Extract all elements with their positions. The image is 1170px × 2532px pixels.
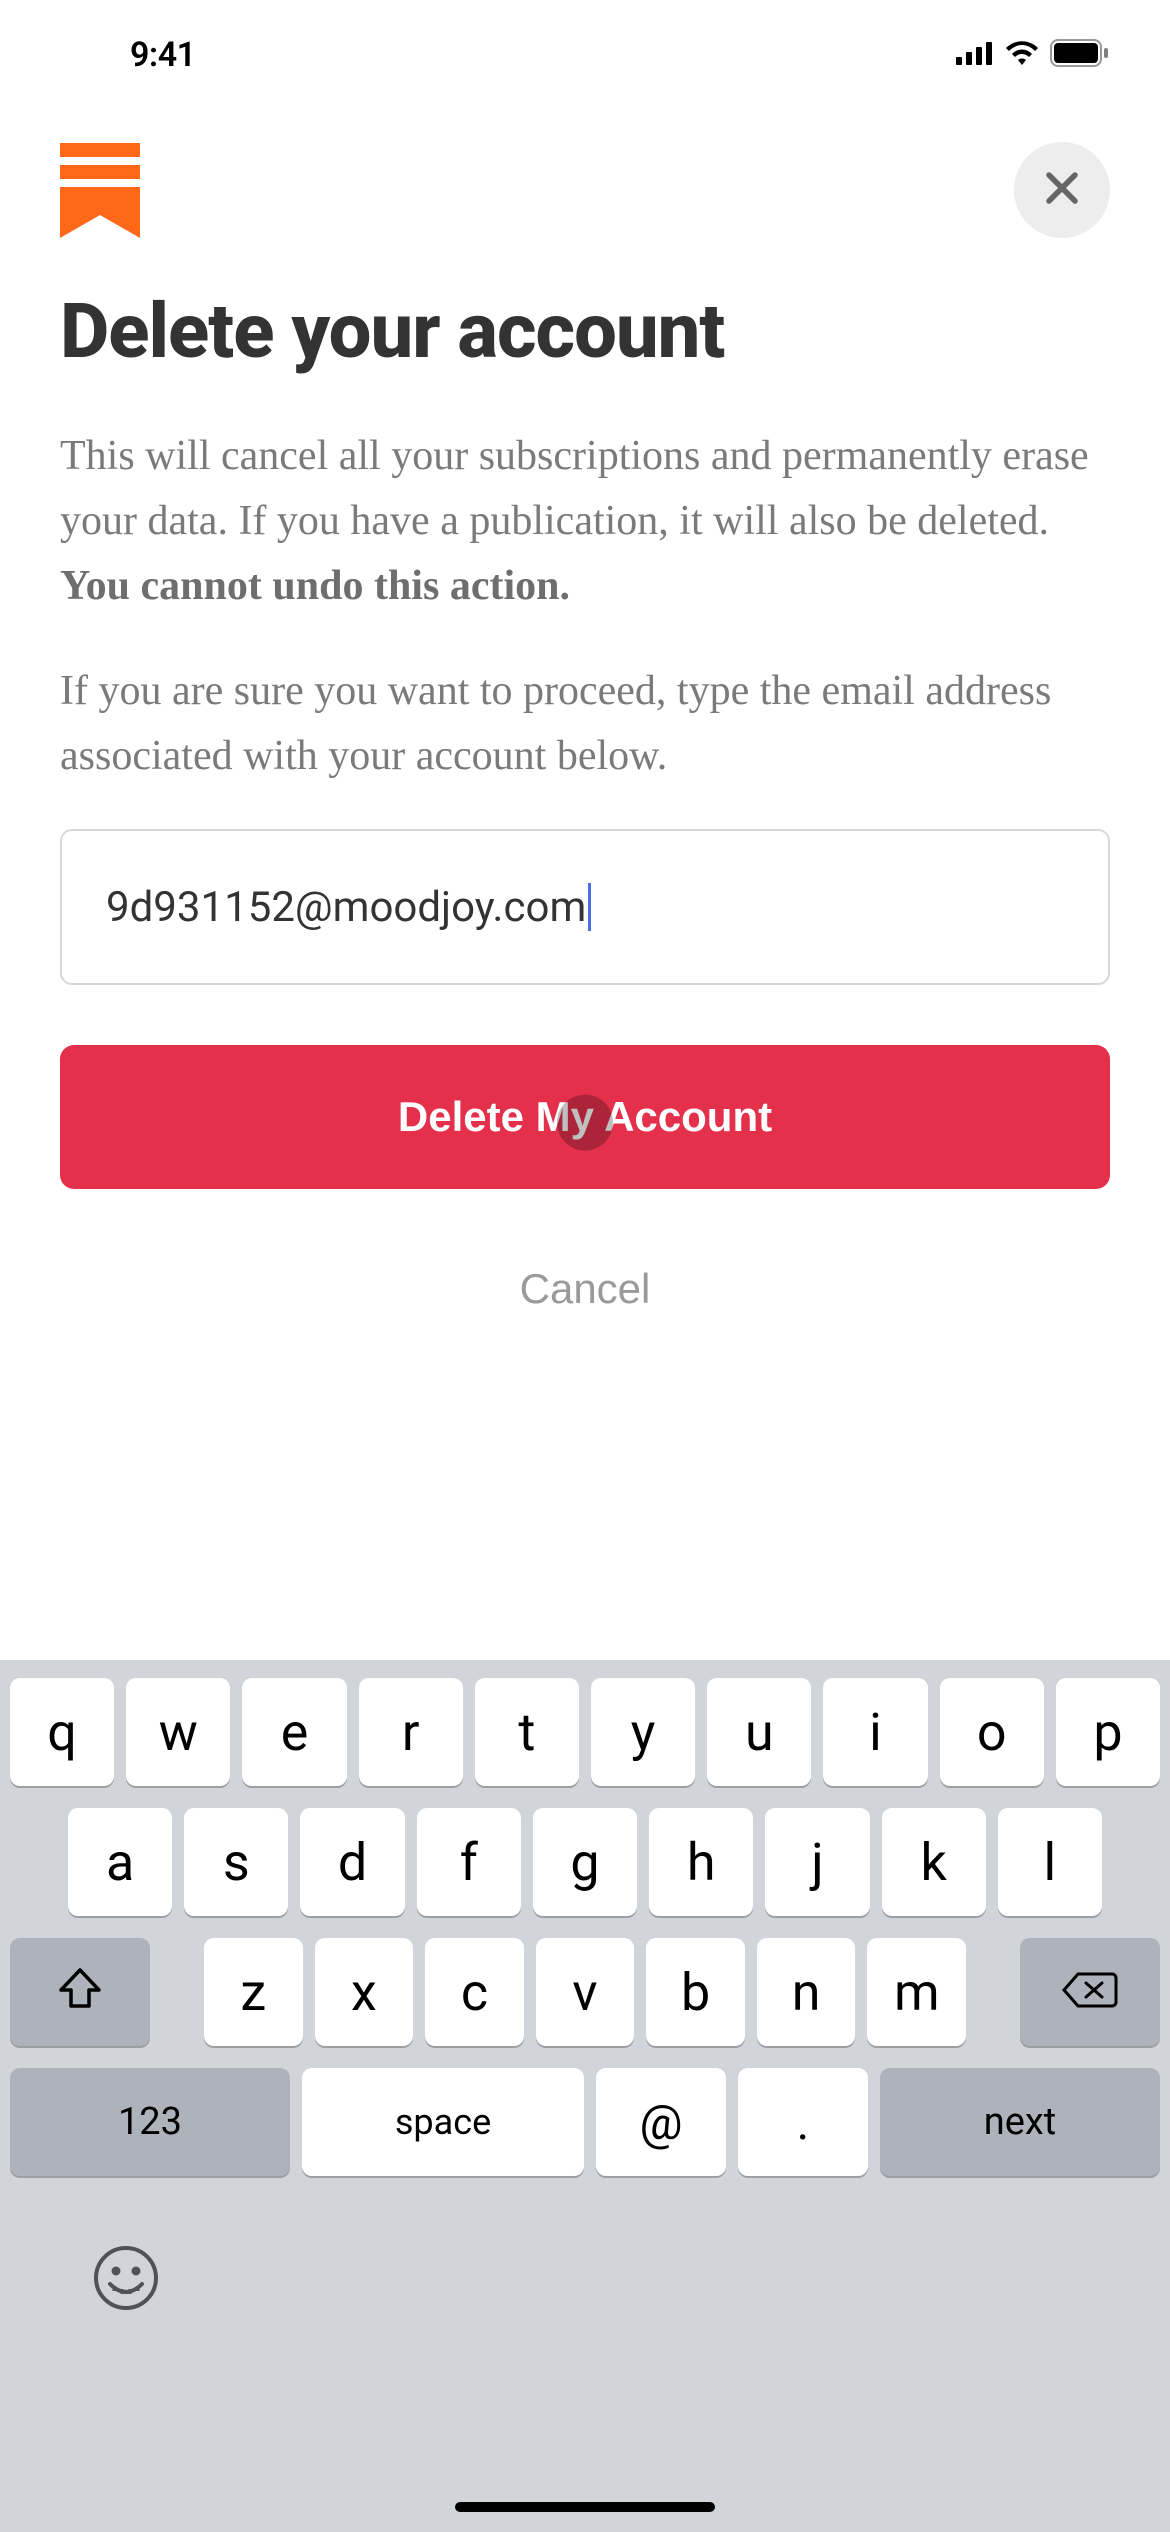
key-m[interactable]: m xyxy=(867,1938,966,2046)
kb-bottom-bar xyxy=(10,2198,1160,2358)
warning-bold: You cannot undo this action. xyxy=(60,563,570,609)
key-x[interactable]: x xyxy=(315,1938,414,2046)
touch-indicator xyxy=(557,1095,613,1151)
kb-row-1: q w e r t y u i o p xyxy=(10,1678,1160,1786)
email-field[interactable]: 9d931152@moodjoy.com xyxy=(60,829,1110,985)
battery-icon xyxy=(1050,39,1110,71)
close-button[interactable] xyxy=(1014,142,1110,238)
key-q[interactable]: q xyxy=(10,1678,114,1786)
nav-bar xyxy=(0,130,1170,250)
cellular-icon xyxy=(956,41,994,69)
key-t[interactable]: t xyxy=(475,1678,579,1786)
key-s[interactable]: s xyxy=(184,1808,288,1916)
key-v[interactable]: v xyxy=(536,1938,635,2046)
key-g[interactable]: g xyxy=(533,1808,637,1916)
home-indicator[interactable] xyxy=(455,2502,715,2512)
key-c[interactable]: c xyxy=(425,1938,524,2046)
kb-row-3: z x c v b n m xyxy=(10,1938,1160,2046)
instruction-paragraph: If you are sure you want to proceed, typ… xyxy=(60,659,1110,789)
key-p[interactable]: p xyxy=(1056,1678,1160,1786)
key-next[interactable]: next xyxy=(880,2068,1160,2176)
kb-row-2: a s d f g h j k l xyxy=(10,1808,1160,1916)
wifi-icon xyxy=(1004,40,1040,70)
key-l[interactable]: l xyxy=(998,1808,1102,1916)
delete-account-button[interactable]: Delete My Account xyxy=(60,1045,1110,1189)
key-shift[interactable] xyxy=(10,1938,150,2046)
status-icons xyxy=(956,39,1110,71)
key-dot[interactable]: . xyxy=(738,2068,868,2176)
text-caret xyxy=(588,883,591,931)
emoji-icon xyxy=(90,2299,162,2318)
key-a[interactable]: a xyxy=(68,1808,172,1916)
warning-text: This will cancel all your subscriptions … xyxy=(60,433,1089,544)
content: Delete your account This will cancel all… xyxy=(60,290,1110,1349)
email-value: 9d931152@moodjoy.com xyxy=(106,883,586,932)
key-space[interactable]: space xyxy=(302,2068,584,2176)
key-at[interactable]: @ xyxy=(596,2068,726,2176)
key-o[interactable]: o xyxy=(940,1678,1044,1786)
key-e[interactable]: e xyxy=(242,1678,346,1786)
warning-paragraph: This will cancel all your subscriptions … xyxy=(60,424,1110,619)
status-time: 9:41 xyxy=(130,35,196,75)
key-k[interactable]: k xyxy=(882,1808,986,1916)
key-h[interactable]: h xyxy=(649,1808,753,1916)
key-y[interactable]: y xyxy=(591,1678,695,1786)
key-numbers[interactable]: 123 xyxy=(10,2068,290,2176)
key-f[interactable]: f xyxy=(417,1808,521,1916)
backspace-icon xyxy=(1062,1962,1118,2023)
key-b[interactable]: b xyxy=(646,1938,745,2046)
keyboard: q w e r t y u i o p a s d f g h j k l z … xyxy=(0,1660,1170,2532)
key-z[interactable]: z xyxy=(204,1938,303,2046)
substack-logo[interactable] xyxy=(60,143,140,238)
emoji-button[interactable] xyxy=(90,2242,162,2314)
shift-icon xyxy=(57,1962,103,2023)
key-backspace[interactable] xyxy=(1020,1938,1160,2046)
key-r[interactable]: r xyxy=(359,1678,463,1786)
key-n[interactable]: n xyxy=(757,1938,856,2046)
cancel-button[interactable]: Cancel xyxy=(60,1229,1110,1349)
key-j[interactable]: j xyxy=(765,1808,869,1916)
key-d[interactable]: d xyxy=(300,1808,404,1916)
kb-row-4: 123 space @ . next xyxy=(10,2068,1160,2176)
page-title: Delete your account xyxy=(60,290,1110,374)
close-icon xyxy=(1044,170,1080,210)
key-i[interactable]: i xyxy=(823,1678,927,1786)
key-w[interactable]: w xyxy=(126,1678,230,1786)
key-u[interactable]: u xyxy=(707,1678,811,1786)
status-bar: 9:41 xyxy=(0,0,1170,110)
